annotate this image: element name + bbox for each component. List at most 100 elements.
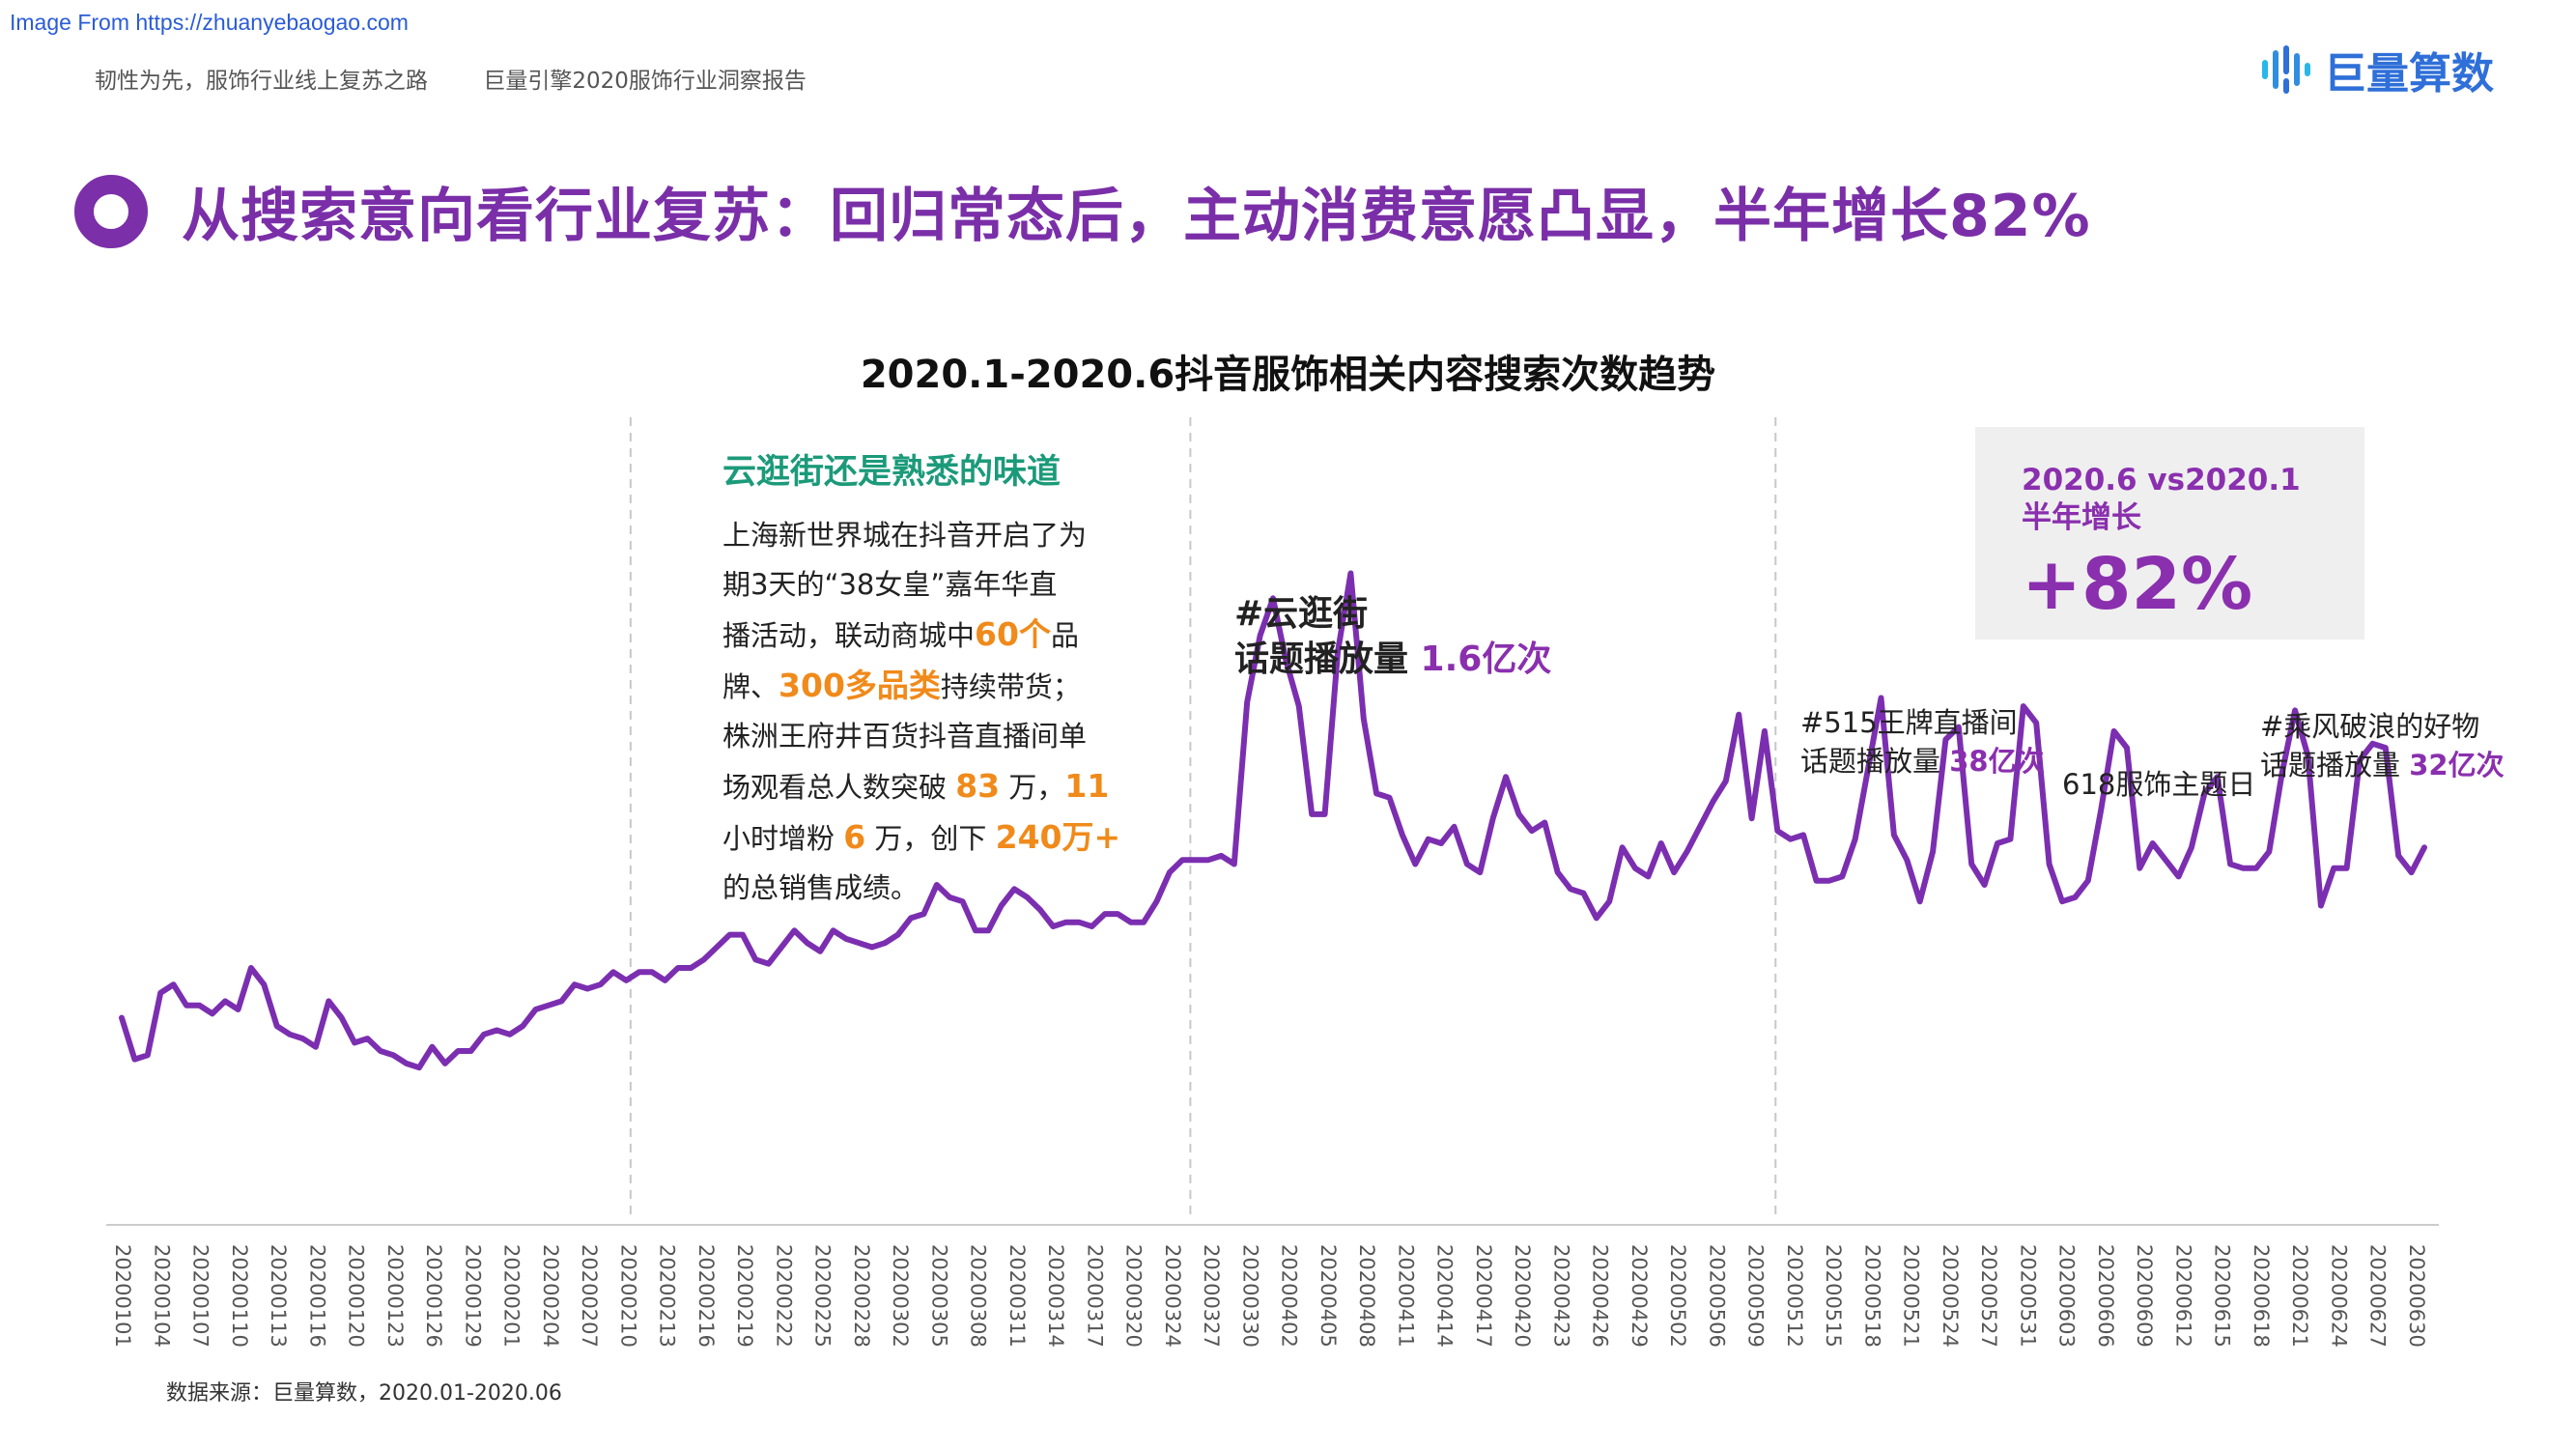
- x-tick-label: 20200624: [2327, 1244, 2350, 1348]
- note-line: 的总销售成绩。: [722, 864, 1128, 913]
- note-line: 期3天的“38女皇”嘉年华直: [722, 560, 1128, 610]
- x-tick-label: 20200414: [1433, 1244, 1457, 1348]
- x-tick-label: 20200420: [1511, 1244, 1534, 1348]
- note-text: 的总销售成绩。: [722, 871, 920, 904]
- note-text: 小时增粉: [722, 822, 844, 855]
- x-tick-label: 20200618: [2250, 1244, 2273, 1348]
- note-highlight: 6: [843, 818, 866, 856]
- x-tick-label: 20200228: [850, 1244, 873, 1348]
- x-tick-label: 20200327: [1200, 1244, 1223, 1348]
- note-body: 上海新世界城在抖音开启了为 期3天的“38女皇”嘉年华直播活动，联动商城中60个品…: [722, 511, 1128, 913]
- x-tick-label: 20200104: [150, 1244, 173, 1348]
- annotation-515-live: #515王牌直播间 话题播放量 38亿次: [1800, 703, 2045, 781]
- annotation-515-live-value: 38亿次: [1949, 745, 2045, 778]
- note-text: 上海新世界城在抖音开启了为: [722, 519, 1088, 552]
- x-tick-label: 20200213: [656, 1244, 679, 1348]
- x-tick-label: 20200314: [1044, 1244, 1067, 1348]
- x-tick-label: 20200402: [1278, 1244, 1301, 1348]
- x-tick-label: 20200603: [2055, 1244, 2079, 1348]
- x-tick-label: 20200502: [1666, 1244, 1689, 1348]
- growth-callout-value: +82%: [2022, 543, 2253, 626]
- annotation-chengfeng-topic: #乘风破浪的好物: [2260, 710, 2480, 743]
- x-tick-label: 20200621: [2288, 1244, 2311, 1348]
- note-text: 持续带货；: [940, 670, 1081, 703]
- x-tick-label: 20200426: [1589, 1244, 1612, 1348]
- note-highlight: 300多品类: [778, 667, 941, 704]
- note-text: 牌、: [722, 670, 779, 703]
- growth-callout: 2020.6 vs2020.1 半年增长 +82%: [1975, 427, 2364, 639]
- x-tick-label: 20200405: [1316, 1244, 1340, 1348]
- x-tick-label: 20200113: [267, 1244, 290, 1348]
- x-tick-label: 20200408: [1355, 1244, 1378, 1348]
- note-highlight: 11: [1064, 767, 1110, 805]
- annotation-chengfeng: #乘风破浪的好物 话题播放量 32亿次: [2260, 707, 2505, 784]
- annotation-chengfeng-label: 话题播放量: [2260, 749, 2410, 781]
- x-tick-label: 20200129: [461, 1244, 484, 1348]
- x-tick-label: 20200411: [1394, 1244, 1417, 1348]
- x-tick-label: 20200518: [1860, 1244, 1883, 1348]
- x-tick-label: 20200204: [539, 1244, 562, 1348]
- growth-callout-label: 2020.6 vs2020.1 半年增长: [2022, 462, 2301, 537]
- x-tick-label: 20200222: [772, 1244, 795, 1348]
- annotation-cloud-shopping-plays: 话题播放量 1.6亿次: [1234, 637, 1551, 682]
- x-tick-label: 20200609: [2133, 1244, 2156, 1348]
- growth-callout-caption: 半年增长: [2022, 500, 2141, 535]
- annotation-cloud-shopping: #云逛街 话题播放量 1.6亿次: [1234, 591, 1551, 682]
- annotation-618: 618服饰主题日: [2062, 765, 2255, 804]
- x-tick-label: 20200225: [811, 1244, 835, 1348]
- x-tick-label: 20200302: [889, 1244, 912, 1348]
- x-tick-label: 20200524: [1939, 1244, 1962, 1348]
- x-tick-label: 20200527: [1977, 1244, 2000, 1348]
- x-tick-label: 20200207: [578, 1244, 601, 1348]
- x-tick-label: 20200606: [2094, 1244, 2117, 1348]
- x-tick-label: 20200612: [2171, 1244, 2194, 1348]
- x-tick-label: 20200210: [616, 1244, 639, 1348]
- x-tick-label: 20200515: [1822, 1244, 1845, 1348]
- x-tick-label: 20200509: [1744, 1244, 1768, 1348]
- x-tick-label: 20200506: [1705, 1244, 1728, 1348]
- growth-callout-period: 2020.6 vs2020.1: [2022, 463, 2301, 497]
- annotation-515-live-plays: 话题播放量 38亿次: [1800, 742, 2045, 781]
- note-title: 云逛街还是熟悉的味道: [722, 453, 1062, 492]
- x-tick-label: 20200531: [2016, 1244, 2039, 1348]
- note-line: 牌、300多品类持续带货；: [722, 661, 1128, 712]
- note-text: 品: [1050, 619, 1079, 652]
- note-text: 场观看总人数突破: [722, 771, 956, 804]
- note-highlight: 83: [955, 767, 1001, 805]
- annotation-chengfeng-value: 32亿次: [2409, 749, 2505, 781]
- note-line: 株洲王府井百货抖音直播间单: [722, 712, 1128, 761]
- annotation-618-topic: 618服饰主题日: [2062, 768, 2256, 801]
- annotation-cloud-shopping-topic: #云逛街: [1234, 594, 1369, 634]
- note-text: 万，: [1000, 771, 1065, 804]
- x-tick-label: 20200116: [305, 1244, 328, 1348]
- x-tick-label: 20200615: [2211, 1244, 2234, 1348]
- x-tick-label: 20200330: [1238, 1244, 1261, 1348]
- note-line: 播活动，联动商城中60个品: [722, 610, 1128, 661]
- x-tick-label: 20200423: [1549, 1244, 1572, 1348]
- x-tick-label: 20200317: [1083, 1244, 1106, 1348]
- annotation-cloud-shopping-value: 1.6亿次: [1420, 639, 1552, 679]
- x-tick-label: 20200521: [1900, 1244, 1923, 1348]
- annotation-chengfeng-plays: 话题播放量 32亿次: [2260, 746, 2505, 784]
- annotation-cloud-shopping-label: 话题播放量: [1234, 639, 1421, 679]
- x-tick-label: 20200311: [1005, 1244, 1029, 1348]
- x-tick-label: 20200101: [111, 1244, 134, 1348]
- note-highlight: 240万+: [995, 818, 1121, 856]
- x-tick-label: 20200324: [1161, 1244, 1184, 1348]
- x-tick-label: 20200320: [1122, 1244, 1146, 1348]
- x-tick-label: 20200429: [1628, 1244, 1651, 1348]
- x-tick-label: 20200512: [1783, 1244, 1806, 1348]
- x-tick-label: 20200120: [345, 1244, 368, 1348]
- x-tick-label: 20200417: [1472, 1244, 1495, 1348]
- x-tick-label: 20200219: [733, 1244, 756, 1348]
- trend-line-chart: 20200101 20200104 20200107 20200110 20200113…: [106, 417, 2439, 1348]
- note-text: 万，创下: [865, 822, 996, 855]
- annotation-515-live-label: 话题播放量: [1800, 745, 1950, 778]
- x-tick-label: 20200216: [694, 1244, 718, 1348]
- note-text: 株洲王府井百货抖音直播间单: [722, 720, 1088, 753]
- note-line: 场观看总人数突破 83 万，11: [722, 761, 1128, 812]
- x-tick-label: 20200201: [500, 1244, 524, 1348]
- note-panel: 云逛街还是熟悉的味道 上海新世界城在抖音开启了为 期3天的“38女皇”嘉年华直播活…: [722, 444, 1128, 913]
- note-text: 期3天的“38女皇”嘉年华直: [722, 568, 1058, 601]
- annotation-515-live-topic: #515王牌直播间: [1800, 706, 2018, 739]
